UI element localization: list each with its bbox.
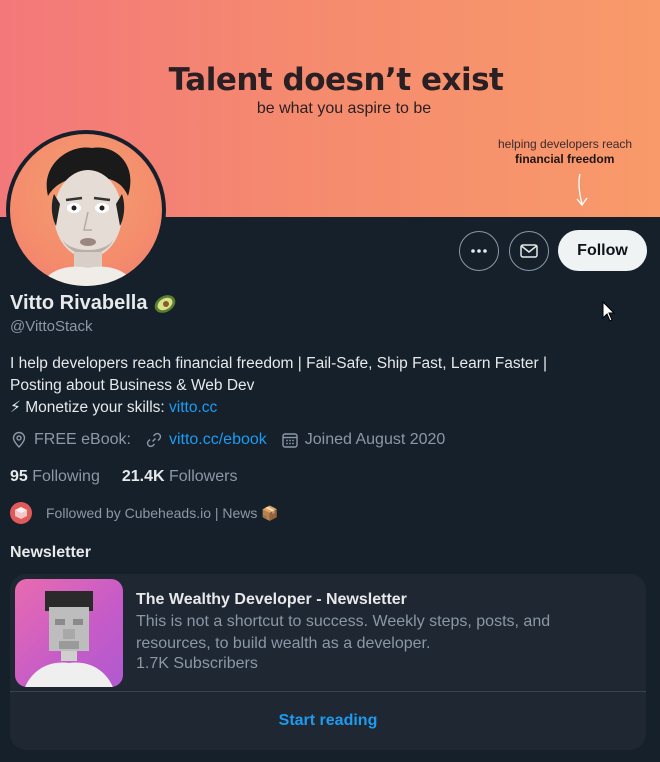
calendar-icon bbox=[282, 433, 298, 448]
pixelated-portrait-icon bbox=[25, 591, 113, 687]
follow-counts: 95 Following 21.4K Followers bbox=[10, 468, 237, 486]
follow-button[interactable]: Follow bbox=[558, 230, 647, 271]
meta-location: FREE eBook: bbox=[10, 431, 131, 449]
bio-line-3: ⚡ Monetize your skills: vitto.cc bbox=[10, 397, 610, 419]
more-dots-icon bbox=[471, 249, 487, 253]
profile-bio: I help developers reach financial freedo… bbox=[10, 353, 610, 419]
bio-line-2: Posting about Business & Web Dev bbox=[10, 377, 255, 394]
start-reading-button[interactable]: Start reading bbox=[10, 712, 646, 730]
followed-by-text: Followed by Cubeheads.io | News 📦 bbox=[46, 504, 279, 521]
followed-by[interactable]: Followed by Cubeheads.io | News 📦 bbox=[10, 502, 279, 524]
meta-url[interactable]: vitto.cc/ebook bbox=[145, 431, 267, 449]
mail-icon bbox=[520, 244, 538, 258]
profile-meta: FREE eBook: vitto.cc/ebook Joined August… bbox=[10, 431, 459, 449]
meta-url-link[interactable]: vitto.cc/ebook bbox=[169, 431, 267, 449]
newsletter-thumbnail bbox=[15, 579, 123, 687]
profile-name-text: Vitto Rivabella bbox=[10, 292, 148, 314]
profile-avatar[interactable] bbox=[6, 130, 166, 290]
newsletter-section-title: Newsletter bbox=[10, 544, 91, 561]
bio-link[interactable]: vitto.cc bbox=[169, 399, 217, 416]
more-options-button[interactable] bbox=[459, 231, 499, 271]
banner-aside-line1: helping developers reach bbox=[498, 137, 633, 151]
meta-location-text: FREE eBook: bbox=[34, 431, 131, 448]
banner-title: Talent doesn’t exist bbox=[168, 62, 504, 98]
profile-handle: @VittoStack bbox=[10, 318, 93, 335]
message-button[interactable] bbox=[509, 231, 549, 271]
bio-line-1: I help developers reach financial freedo… bbox=[10, 355, 548, 372]
followers-count: 21.4K bbox=[121, 468, 165, 485]
newsletter-card[interactable]: The Wealthy Developer - Newsletter This … bbox=[10, 574, 646, 750]
mouse-cursor-icon bbox=[602, 301, 616, 322]
followers-link[interactable]: 21.4K Followers bbox=[122, 468, 238, 486]
cube-icon bbox=[15, 507, 27, 519]
meta-joined: Joined August 2020 bbox=[281, 431, 446, 449]
newsletter-title: The Wealthy Developer - Newsletter bbox=[136, 591, 407, 608]
profile-name: Vitto Rivabella bbox=[10, 292, 177, 315]
person-photo-icon bbox=[40, 147, 136, 286]
arrow-down-icon bbox=[576, 173, 588, 207]
link-icon bbox=[146, 432, 162, 448]
banner-aside-line2: financial freedom bbox=[515, 152, 615, 166]
bio-line-3-text: ⚡ Monetize your skills: bbox=[10, 399, 170, 416]
newsletter-subscribers: 1.7K Subscribers bbox=[136, 655, 258, 672]
location-pin-icon bbox=[12, 431, 26, 448]
following-link[interactable]: 95 Following bbox=[10, 468, 100, 486]
followers-label: Followers bbox=[169, 468, 238, 485]
following-label: Following bbox=[32, 468, 100, 485]
banner-subtitle: be what you aspire to be bbox=[256, 100, 432, 117]
avocado-icon bbox=[155, 294, 176, 313]
newsletter-divider bbox=[10, 691, 646, 692]
follower-avatar bbox=[10, 502, 32, 524]
following-count: 95 bbox=[10, 468, 28, 485]
newsletter-description: This is not a shortcut to success. Weekl… bbox=[136, 613, 551, 652]
meta-joined-text: Joined August 2020 bbox=[304, 431, 446, 448]
